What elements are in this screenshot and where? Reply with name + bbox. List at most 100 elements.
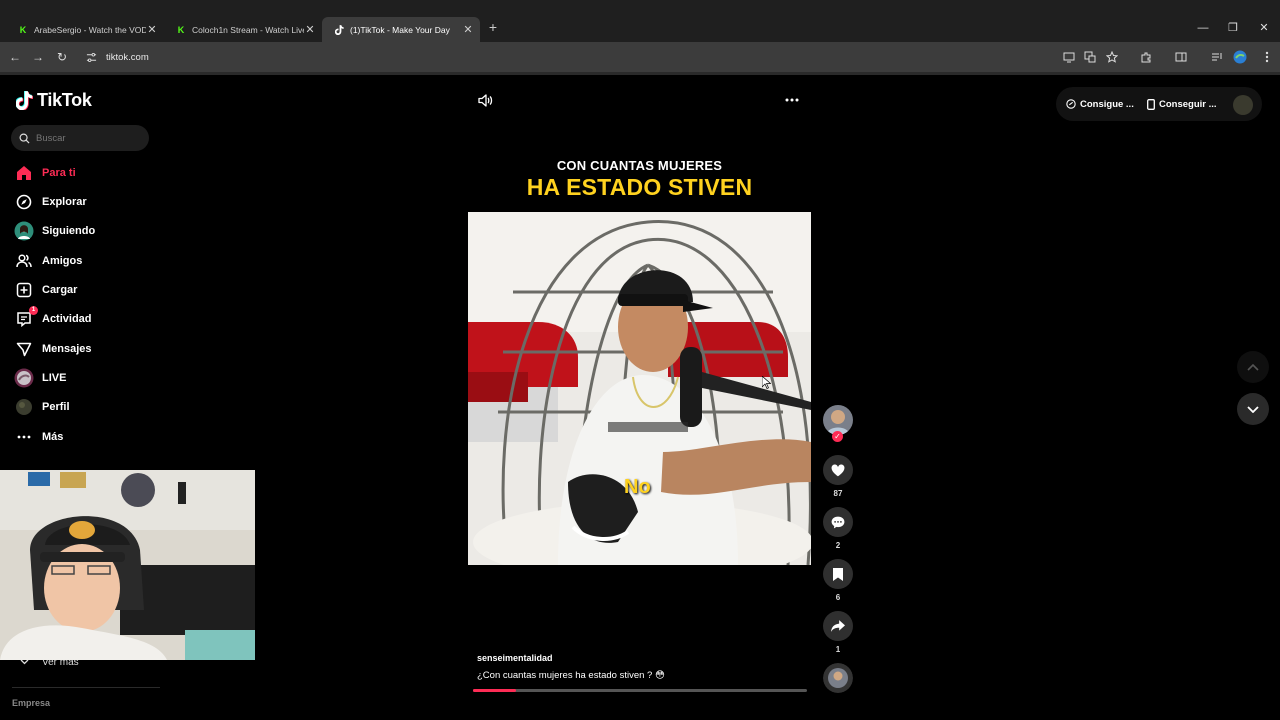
previous-video-button[interactable] <box>1237 351 1269 383</box>
save-count: 6 <box>835 593 841 602</box>
logo-text: TikTok <box>37 90 92 110</box>
sidebar-item-mensajes[interactable]: Mensajes <box>14 338 92 360</box>
search-box[interactable] <box>11 125 149 151</box>
like-count: 87 <box>833 489 843 498</box>
progress-fill <box>473 689 517 692</box>
close-tab-icon[interactable]: ✕ <box>304 23 316 36</box>
toolbar-divider <box>0 72 1280 75</box>
chevron-down-icon <box>1247 405 1259 413</box>
sidebar-divider <box>12 687 160 688</box>
reload-icon[interactable]: ↻ <box>53 48 71 66</box>
sidebar-item-cargar[interactable]: Cargar <box>14 279 77 301</box>
live-icon <box>14 368 34 388</box>
bookmark-icon <box>823 559 853 589</box>
video-progress-bar[interactable] <box>473 689 807 692</box>
extensions-icon[interactable] <box>1137 48 1155 66</box>
tab-title: (1)TikTok - Make Your Day <box>350 24 450 35</box>
close-window-icon[interactable]: ✕ <box>1249 17 1279 39</box>
video-options-icon[interactable] <box>783 91 801 109</box>
media-control-icon[interactable] <box>1208 48 1226 66</box>
like-button[interactable]: 87 <box>823 455 853 498</box>
browser-menu-icon[interactable] <box>1258 48 1276 66</box>
webcam-image <box>0 470 255 660</box>
save-button[interactable]: 6 <box>823 559 853 602</box>
profile-avatar-icon <box>14 397 34 417</box>
video-description: ¿Con cuantas mujeres ha estado stiven ? … <box>477 670 665 681</box>
comment-count: 2 <box>835 541 841 550</box>
sidebar-item-explorar[interactable]: Explorar <box>14 191 87 213</box>
browser-tab[interactable]: K Coloch1n Stream - Watch Live ✕ <box>164 17 322 42</box>
video-subtitle: No <box>624 476 651 498</box>
get-app-button[interactable]: Conseguir ... <box>1147 92 1217 116</box>
close-tab-icon[interactable]: ✕ <box>462 23 474 36</box>
tiktok-logo-icon <box>16 91 33 110</box>
browser-tab-bar: K ArabeSergio - Watch the VOD ✕ K Coloch… <box>0 0 1280 42</box>
description-text: ¿Con cuantas mujeres ha estado stiven ? <box>477 670 653 681</box>
user-avatar[interactable] <box>1233 95 1253 115</box>
share-button[interactable]: 1 <box>823 611 853 654</box>
new-tab-button[interactable]: + <box>486 19 500 37</box>
minimize-icon[interactable]: — <box>1188 17 1218 39</box>
coin-icon <box>1066 99 1076 109</box>
video-author[interactable]: senseimentalidad <box>477 653 553 663</box>
share-icon <box>823 611 853 641</box>
sidebar-item-label: Para ti <box>42 167 76 179</box>
next-video-button[interactable] <box>1237 393 1269 425</box>
headline-line-2: HA ESTADO STIVEN <box>526 174 753 200</box>
video-headline: CON CUANTAS MUJERES HA ESTADO STIVEN <box>468 158 811 201</box>
bookmark-star-icon[interactable] <box>1103 48 1121 66</box>
sidebar-item-label: Cargar <box>42 284 78 296</box>
follow-plus-icon[interactable]: ✓ <box>832 431 843 442</box>
back-icon[interactable]: ← <box>6 48 24 66</box>
close-tab-icon[interactable]: ✕ <box>146 23 158 36</box>
upload-icon <box>14 280 34 300</box>
streamer-webcam <box>0 470 255 660</box>
sidebar-item-live[interactable]: LIVE <box>14 367 66 389</box>
search-input[interactable] <box>36 132 136 144</box>
sidebar-item-mas[interactable]: Más <box>14 426 63 448</box>
site-info-icon[interactable] <box>84 50 98 64</box>
share-count: 1 <box>835 645 841 654</box>
tiktok-logo[interactable]: TikTok <box>16 90 92 111</box>
sidebar-footer-company[interactable]: Empresa <box>12 698 50 708</box>
sidebar-item-label: Siguiendo <box>42 225 96 237</box>
search-icon <box>19 133 30 144</box>
more-dots-icon <box>14 427 34 447</box>
video-player[interactable]: No <box>468 212 811 565</box>
tiktok-icon <box>334 24 344 35</box>
tab-title: Coloch1n Stream - Watch Live <box>192 24 304 35</box>
sound-disc-avatar[interactable] <box>823 663 853 693</box>
friends-icon <box>14 251 34 271</box>
kick-icon: K <box>19 24 27 35</box>
get-coins-label: Consigue ... <box>1080 98 1134 110</box>
install-app-icon[interactable] <box>1060 48 1078 66</box>
comment-button[interactable]: 2 <box>823 507 853 550</box>
sidebar-item-para-ti[interactable]: Para ti <box>14 162 76 184</box>
sidebar-item-actividad[interactable]: 1 Actividad <box>14 306 92 330</box>
browser-tab[interactable]: K ArabeSergio - Watch the VOD ✕ <box>6 17 164 42</box>
translate-icon[interactable] <box>1081 48 1099 66</box>
messages-icon <box>14 339 34 359</box>
profile-avatar-icon[interactable] <box>1231 48 1249 66</box>
sidebar-item-label: Mensajes <box>42 343 92 355</box>
browser-tab-active[interactable]: (1)TikTok - Make Your Day ✕ <box>322 17 480 42</box>
address-bar[interactable]: tiktok.com <box>78 46 1088 68</box>
volume-icon[interactable] <box>476 91 494 109</box>
sidebar-item-perfil[interactable]: Perfil <box>14 396 70 418</box>
side-panel-icon[interactable] <box>1172 48 1190 66</box>
phone-icon <box>1147 98 1155 110</box>
sidebar-item-label: Explorar <box>42 196 87 208</box>
sidebar-item-label: Perfil <box>42 401 70 413</box>
tab-title: ArabeSergio - Watch the VOD <box>34 24 146 35</box>
video-frame <box>468 212 811 565</box>
restore-icon[interactable]: ❐ <box>1218 17 1248 39</box>
forward-icon[interactable]: → <box>29 48 47 66</box>
get-app-label: Conseguir ... <box>1159 98 1217 110</box>
get-coins-button[interactable]: Consigue ... <box>1066 92 1134 116</box>
mouse-cursor-icon <box>762 376 771 389</box>
sidebar-item-label: Amigos <box>42 255 83 267</box>
sidebar-item-siguiendo[interactable]: Siguiendo <box>14 220 95 242</box>
sidebar-item-label: LIVE <box>42 372 67 384</box>
headline-line-1: CON CUANTAS MUJERES <box>556 158 723 173</box>
sidebar-item-amigos[interactable]: Amigos <box>14 250 82 272</box>
